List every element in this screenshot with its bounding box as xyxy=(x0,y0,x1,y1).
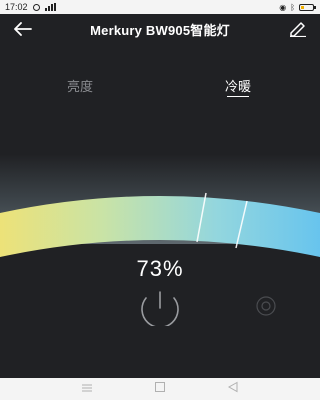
clock-icon xyxy=(32,3,40,11)
tab-brightness-label: 亮度 xyxy=(67,79,94,94)
status-time: 17:02 xyxy=(5,2,28,12)
tab-brightness[interactable]: 亮度 xyxy=(67,76,93,95)
signal-icon xyxy=(44,3,56,11)
battery-icon xyxy=(299,3,316,11)
status-left: 17:02 xyxy=(5,2,56,12)
home-icon[interactable] xyxy=(154,380,166,398)
bluetooth-icon: ᛒ xyxy=(290,2,295,12)
back-icon[interactable] xyxy=(227,380,239,398)
power-button[interactable] xyxy=(128,290,192,329)
timer-icon xyxy=(256,296,276,316)
tab-bar: 亮度 冷暖 xyxy=(0,76,320,100)
menu-icon[interactable] xyxy=(81,380,93,398)
timer-button[interactable] xyxy=(248,294,284,318)
location-icon: ◉ xyxy=(279,2,287,12)
app-header: Merkury BW905智能灯 xyxy=(0,14,320,44)
app-screen: Merkury BW905智能灯 亮度 冷暖 73% xyxy=(0,14,320,378)
status-bar: 17:02 ◉ ᛒ xyxy=(0,0,320,14)
status-right: ◉ ᛒ xyxy=(279,2,316,12)
system-nav-bar xyxy=(0,378,320,400)
edit-pencil-icon[interactable] xyxy=(288,20,308,38)
active-tab-indicator xyxy=(227,96,250,97)
slider-track[interactable] xyxy=(0,196,320,264)
tab-color-temperature-label: 冷暖 xyxy=(225,79,252,94)
tab-color-temperature[interactable]: 冷暖 xyxy=(225,76,252,97)
back-arrow-icon[interactable] xyxy=(14,21,32,37)
page-title: Merkury BW905智能灯 xyxy=(90,22,230,38)
value-readout: 73% xyxy=(136,256,184,281)
power-icon xyxy=(141,291,179,329)
